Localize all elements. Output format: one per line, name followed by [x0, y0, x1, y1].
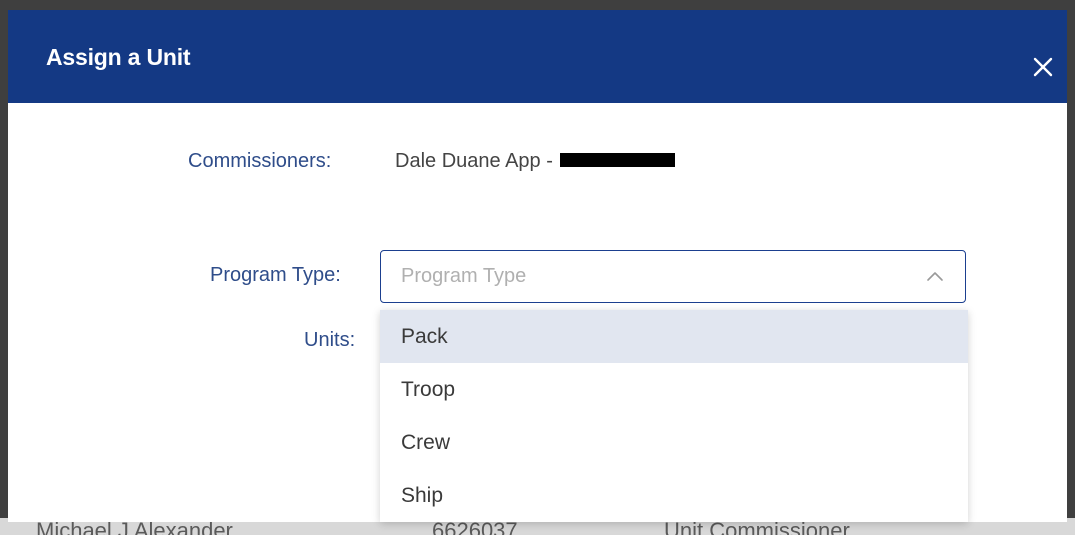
- option-pack[interactable]: Pack: [380, 310, 968, 363]
- modal-title: Assign a Unit: [46, 44, 191, 70]
- option-ship[interactable]: Ship: [380, 469, 968, 522]
- background-id: 6626037: [432, 518, 518, 535]
- program-type-select[interactable]: Program Type: [380, 250, 966, 303]
- commissioners-label: Commissioners:: [188, 150, 332, 172]
- option-crew[interactable]: Crew: [380, 416, 968, 469]
- option-troop[interactable]: Troop: [380, 363, 968, 416]
- modal-header: Assign a Unit: [8, 10, 1067, 103]
- program-type-colon: :: [335, 264, 343, 286]
- program-type-placeholder: Program Type: [401, 265, 527, 287]
- background-name: Michael J Alexander: [36, 518, 233, 535]
- redacted-id: [560, 152, 676, 167]
- commissioner-name: Dale Duane App -: [395, 150, 559, 172]
- program-type-label: Program Type:: [210, 264, 343, 287]
- chevron-up-icon: [927, 272, 943, 281]
- commissioner-value: Dale Duane App -: [395, 150, 676, 173]
- background-role: Unit Commissioner: [664, 518, 850, 535]
- program-type-label-text: Program Type: [210, 264, 336, 286]
- close-icon[interactable]: [1030, 54, 1056, 80]
- units-label: Units:: [304, 329, 357, 352]
- assign-unit-modal: Assign a Unit Commissioners: Dale Duane …: [8, 10, 1067, 522]
- units-colon: :: [349, 329, 358, 351]
- units-label-text: Units: [304, 329, 350, 351]
- program-type-dropdown: Pack Troop Crew Ship: [380, 310, 968, 522]
